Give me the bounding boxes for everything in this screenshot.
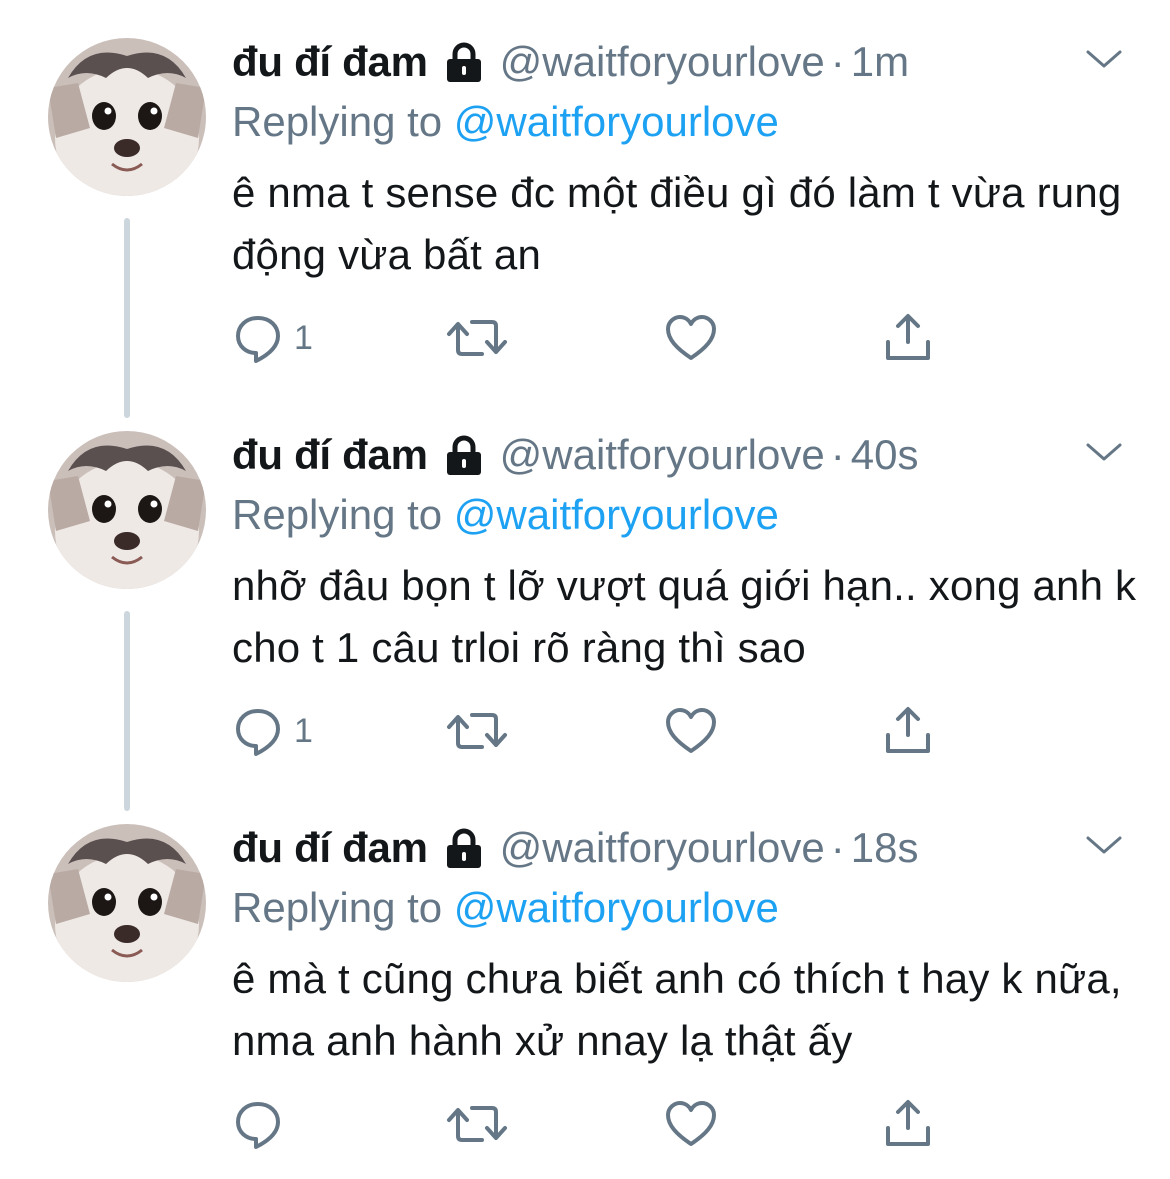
user-handle[interactable]: @waitforyourlove: [500, 822, 825, 874]
like-button[interactable]: [664, 701, 718, 761]
reply-button[interactable]: 1: [232, 308, 313, 368]
tweet-1[interactable]: đu đí đam @waitforyourlove · 1m Replying…: [0, 0, 1170, 418]
avatar[interactable]: [48, 431, 206, 589]
lock-icon: [442, 826, 486, 870]
replying-to-label: Replying to: [232, 884, 443, 931]
timestamp[interactable]: 1m: [851, 36, 909, 88]
replying-to-handle[interactable]: @waitforyourlove: [454, 491, 779, 538]
tweet-header: đu đí đam @waitforyourlove · 1m: [232, 36, 909, 88]
lock-icon: [442, 433, 486, 477]
display-name[interactable]: đu đí đam: [232, 429, 428, 481]
tweet-text: ê nma t sense đc một điều gì đó làm t vừ…: [232, 169, 1122, 278]
thread-line: [124, 611, 130, 811]
share-icon: [882, 1098, 934, 1150]
heart-icon: [664, 312, 718, 364]
reply-button[interactable]: [232, 1094, 294, 1154]
tweet-actions: 1: [232, 308, 952, 368]
retweet-icon: [446, 705, 508, 757]
heart-icon: [664, 1098, 718, 1150]
avatar[interactable]: [48, 824, 206, 982]
lock-icon: [442, 40, 486, 84]
share-button[interactable]: [882, 308, 934, 368]
user-handle[interactable]: @waitforyourlove: [500, 36, 825, 88]
chevron-down-icon[interactable]: [1084, 830, 1124, 860]
separator-dot: ·: [830, 431, 845, 478]
tweet-text: ê mà t cũng chưa biết anh có thích t hay…: [232, 955, 1122, 1064]
replying-to-label: Replying to: [232, 491, 443, 538]
reply-button[interactable]: 1: [232, 701, 313, 761]
retweet-icon: [446, 1098, 508, 1150]
replying-to: Replying to @waitforyourlove: [232, 489, 779, 541]
avatar[interactable]: [48, 38, 206, 196]
display-name[interactable]: đu đí đam: [232, 36, 428, 88]
replying-to-handle[interactable]: @waitforyourlove: [454, 98, 779, 145]
chevron-down-icon[interactable]: [1084, 437, 1124, 467]
replying-to-label: Replying to: [232, 98, 443, 145]
reply-icon: [232, 1098, 284, 1150]
separator-dot: ·: [830, 824, 845, 871]
replying-to-handle[interactable]: @waitforyourlove: [454, 884, 779, 931]
timestamp[interactable]: 40s: [851, 429, 919, 481]
tweet-text: nhỡ đâu bọn t lỡ vượt quá giới hạn.. xon…: [232, 562, 1137, 671]
share-icon: [882, 705, 934, 757]
reply-icon: [232, 312, 284, 364]
like-button[interactable]: [664, 1094, 718, 1154]
retweet-button[interactable]: [446, 308, 508, 368]
reply-count: 1: [294, 318, 313, 357]
retweet-button[interactable]: [446, 1094, 508, 1154]
chevron-down-icon[interactable]: [1084, 44, 1124, 74]
thread-line: [124, 218, 130, 418]
retweet-icon: [446, 312, 508, 364]
tweet-actions: 1: [232, 701, 952, 761]
heart-icon: [664, 705, 718, 757]
replying-to: Replying to @waitforyourlove: [232, 96, 779, 148]
timestamp[interactable]: 18s: [851, 822, 919, 874]
share-icon: [882, 312, 934, 364]
replying-to: Replying to @waitforyourlove: [232, 882, 779, 934]
reply-icon: [232, 705, 284, 757]
tweet-actions: [232, 1094, 952, 1154]
tweet-header: đu đí đam @waitforyourlove · 40s: [232, 429, 918, 481]
tweet-3[interactable]: đu đí đam @waitforyourlove · 18s Replyin…: [0, 786, 1170, 1179]
user-handle[interactable]: @waitforyourlove: [500, 429, 825, 481]
tweet-header: đu đí đam @waitforyourlove · 18s: [232, 822, 918, 874]
retweet-button[interactable]: [446, 701, 508, 761]
separator-dot: ·: [830, 38, 845, 85]
display-name[interactable]: đu đí đam: [232, 822, 428, 874]
share-button[interactable]: [882, 701, 934, 761]
like-button[interactable]: [664, 308, 718, 368]
share-button[interactable]: [882, 1094, 934, 1154]
reply-count: 1: [294, 711, 313, 750]
tweet-2[interactable]: đu đí đam @waitforyourlove · 40s Replyin…: [0, 393, 1170, 811]
